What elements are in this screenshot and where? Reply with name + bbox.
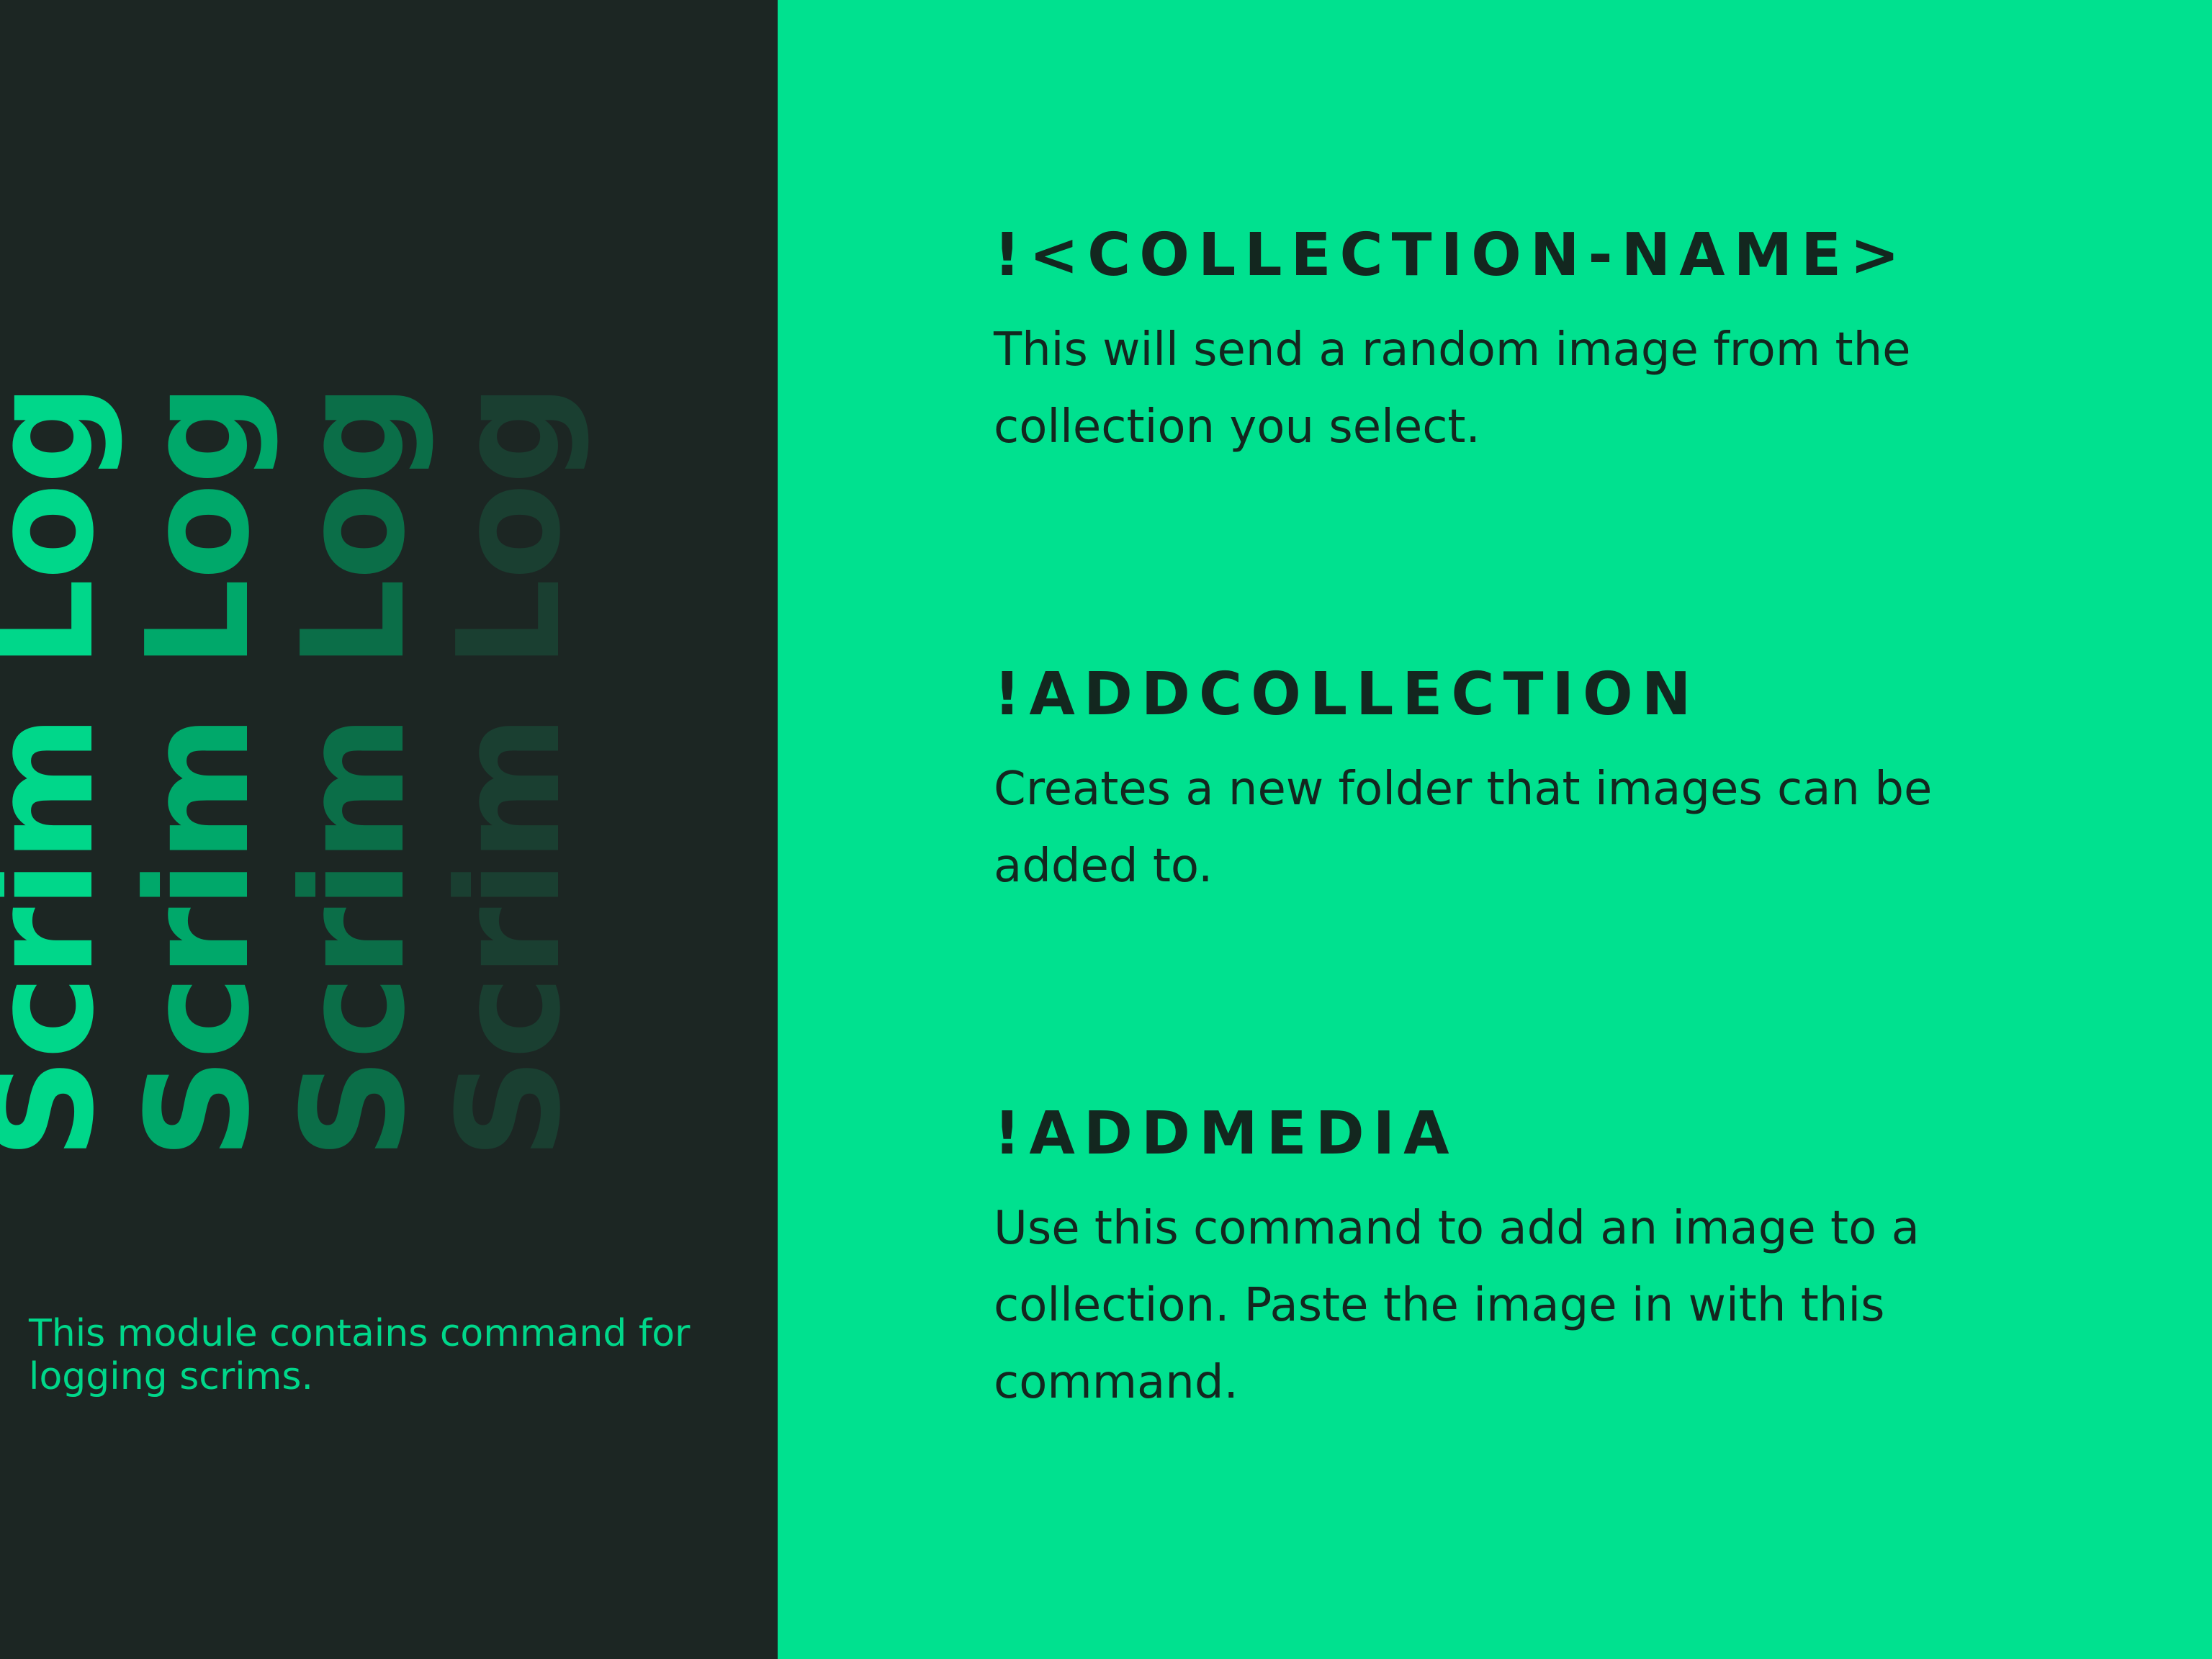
command-description: This will send a random image from the c…	[994, 323, 1911, 454]
command-name: !ADDCOLLECTION	[994, 660, 1700, 729]
command-description: Use this command to add an image to a co…	[994, 1202, 1920, 1409]
command-name: !<COLLECTION-NAME>	[994, 221, 1908, 289]
module-description: This module contains command for logging…	[29, 1312, 691, 1398]
module-sidebar: Scrim Log Scrim Log Scrim Log Scrim Log …	[0, 0, 778, 1659]
command-name: !ADDMEDIA	[994, 1100, 1458, 1168]
command-item: !<COLLECTION-NAME> This will send a rand…	[994, 220, 2038, 466]
module-title: Scrim Log	[0, 385, 125, 1159]
module-title-echo-1: Scrim Log	[117, 385, 281, 1159]
command-item: !ADDCOLLECTION Creates a new folder that…	[994, 659, 2038, 905]
command-item: !ADDMEDIA Use this command to add an ima…	[994, 1098, 2038, 1421]
module-title-echo-3: Scrim Log	[428, 385, 592, 1159]
command-description: Creates a new folder that images can be …	[994, 763, 1933, 893]
module-title-stack: Scrim Log Scrim Log Scrim Log Scrim Log	[0, 0, 778, 1296]
module-title-echo-2: Scrim Log	[272, 385, 436, 1159]
page: Scrim Log Scrim Log Scrim Log Scrim Log …	[0, 0, 2212, 1659]
command-list: !<COLLECTION-NAME> This will send a rand…	[778, 0, 2212, 1659]
